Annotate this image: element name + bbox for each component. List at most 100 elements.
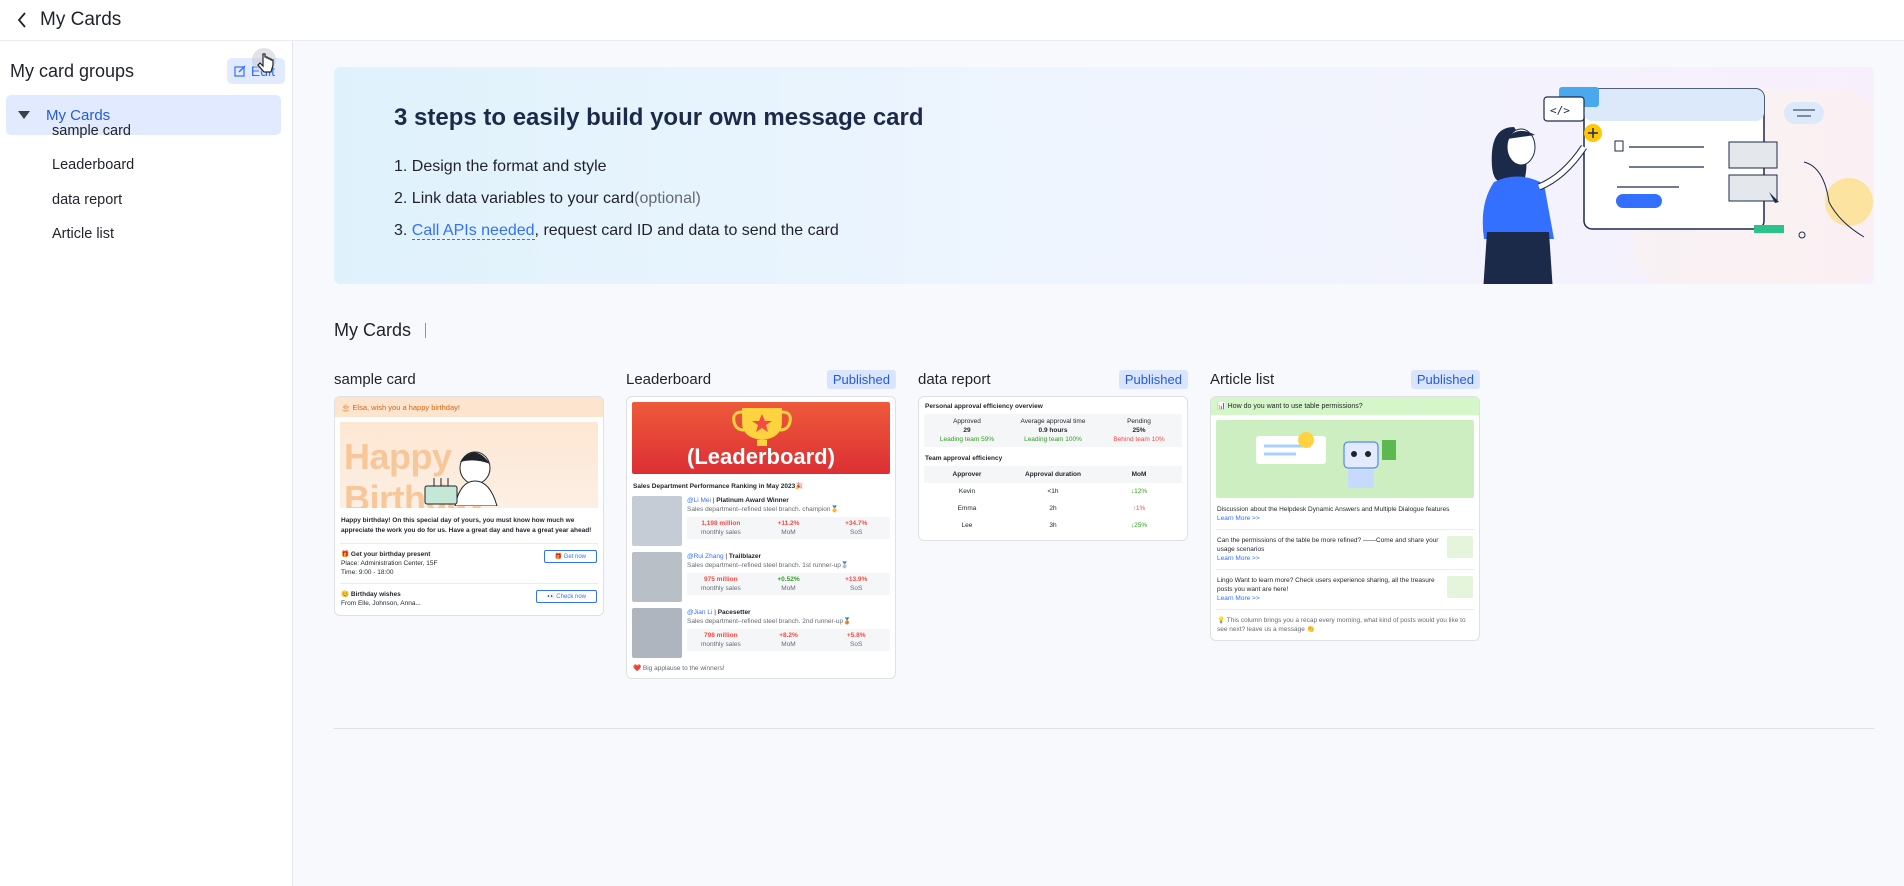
sidebar-item-article-list[interactable]: Article list [52, 226, 114, 248]
leaderboard-caption: Sales Department Performance Ranking in … [633, 483, 804, 490]
stat-label: SoS [850, 641, 863, 648]
stat-mom: +0.52% MoM [755, 573, 823, 595]
avatar [632, 608, 682, 658]
leaderboard-desc: Sales department–refined steel branch. 2… [687, 618, 852, 625]
learn-more-link[interactable]: Learn More >> [1217, 594, 1447, 603]
avatar [632, 552, 682, 602]
learn-more-link[interactable]: Learn More >> [1217, 514, 1473, 523]
user-handle: @Jian Li [687, 609, 713, 616]
table-cell: ↑1% [1132, 505, 1146, 512]
article-header: 📊 How do you want to use table permissio… [1211, 397, 1479, 415]
card-preview[interactable]: 📊 How do you want to use table permissio… [1210, 396, 1480, 641]
metric-note: Leading team 100% [1024, 436, 1082, 443]
table-cell: 3h [1049, 522, 1057, 529]
sidebar-item-data-report[interactable]: data report [52, 192, 122, 214]
table-cell: 2h [1049, 505, 1057, 512]
table-cell: Lee [961, 522, 973, 529]
column-header: Approval duration [1025, 471, 1081, 478]
card-preview[interactable]: (Leaderboard) Sales Department Performan… [626, 396, 896, 679]
metric: Average approval time 0.9 hours Leading te… [1010, 414, 1096, 447]
card-leaderboard: Leaderboard Published (Leaderboard) Sale… [626, 368, 896, 679]
stat-value: +11.2% [777, 520, 800, 527]
metric: Pending 25% Behind team 10% [1096, 414, 1182, 447]
leaderboard-row: @Jian Li | Pacesetter Sales department–r… [627, 605, 895, 661]
article-item: Can the permissions of the table be more… [1211, 534, 1479, 565]
leaderboard-row: @Rui Zhang | Trailblazer Sales departmen… [627, 549, 895, 605]
present-time: Time: 9:00 - 18:00 [341, 569, 394, 576]
card-article-list: Article list Published 📊 How do you want… [1210, 368, 1480, 641]
card-header: data report Published [918, 368, 1188, 390]
present-place: Place: Administration Center, 15F [341, 560, 438, 567]
user-handle: @Li Mei [687, 497, 711, 504]
preview-header: 🎂 Elsa, wish you a happy birthday! [335, 397, 603, 417]
section-title-text: My Cards [334, 320, 412, 340]
leaderboard-banner-label: (Leaderboard) [687, 444, 835, 469]
article-item: Discussion about the Helpdesk Dynamic An… [1211, 503, 1479, 525]
card-header: Article list Published [1210, 368, 1480, 390]
step-2-text: 2. Link data variables to your card [394, 190, 635, 207]
metric-note: Behind team 10% [1113, 436, 1165, 443]
check-now-button[interactable]: 👀 Check now [536, 590, 597, 603]
get-now-button[interactable]: 🎁 Get now [543, 550, 597, 563]
sidebar-item-leaderboard[interactable]: Leaderboard [52, 157, 134, 179]
back-arrow-icon[interactable] [14, 11, 32, 29]
metric-value: 25% [1132, 427, 1146, 434]
metric: Approved 29 Leading team 59% [924, 414, 1010, 447]
metric-grid: Approved 29 Leading team 59% Average appro… [924, 414, 1182, 447]
banner-illustration: </> [1482, 87, 1874, 284]
table-cell: Kevin [958, 488, 976, 495]
content-divider [334, 728, 1874, 729]
card-preview[interactable]: 🎂 Elsa, wish you a happy birthday! Happy… [334, 396, 604, 616]
divider [340, 543, 598, 544]
article-text: Can the permissions of the table be more… [1217, 537, 1439, 553]
step-2-optional: (optional) [634, 190, 701, 207]
leaderboard-info: @Jian Li | Pacesetter Sales department–r… [687, 608, 890, 658]
leaderboard-row: @Li Mei | Platinum Award Winner Sales de… [627, 493, 895, 549]
metric-label: Average approval time [1020, 418, 1086, 425]
wishes-info: 😊 Birthday wishes From Elle, Johnson, An… [341, 590, 421, 608]
stat-label: monthly sales [700, 641, 741, 648]
banner-title: 3 steps to easily build your own message… [394, 104, 924, 131]
stat-mom: +8.2% MoM [755, 629, 823, 651]
metric-note: Leading team 59% [939, 436, 995, 443]
sidebar-heading: My card groups [10, 60, 135, 81]
leaderboard-footer: ❤️ Big applause to the winners! [633, 665, 725, 672]
article-text: Lingo Want to learn more? Check users ex… [1217, 577, 1435, 593]
article-body: Can the permissions of the table be more… [1217, 536, 1447, 563]
getting-started-banner: 3 steps to easily build your own message… [334, 67, 1874, 284]
call-apis-link[interactable]: Call APIs needed [411, 222, 535, 240]
stat-label: monthly sales [700, 585, 741, 592]
stat-value: 798 million [704, 632, 738, 639]
card-data-report: data report Published Personal approval … [918, 368, 1188, 541]
section-title: My Cards [334, 320, 427, 341]
sidebar-group-my-cards[interactable]: My Cards [6, 95, 281, 135]
team-efficiency-title: Team approval efficiency [925, 455, 1003, 462]
leaderboard-desc: Sales department–refined steel branch. 1… [687, 562, 850, 569]
table-cell: Emma [957, 505, 977, 512]
caret-down-icon[interactable] [18, 111, 30, 119]
sidebar-group-label: My Cards [46, 106, 111, 124]
stat-sos: +34.7% SoS [822, 517, 890, 539]
card-preview[interactable]: Personal approval efficiency overview Ap… [918, 396, 1188, 541]
metric-value: 29 [963, 427, 971, 434]
card-header: Leaderboard Published [626, 368, 896, 390]
learn-more-link[interactable]: Learn More >> [1217, 554, 1447, 563]
team-table: Approver Approval duration MoM Kevin <1h… [924, 466, 1182, 534]
article-body: Lingo Want to learn more? Check users ex… [1217, 576, 1447, 603]
birthday-message: Happy birthday! On this special day of y… [341, 517, 592, 534]
stat-label: SoS [850, 585, 863, 592]
stat-sos: +13.9% SoS [822, 573, 890, 595]
stat-value: +5.8% [846, 632, 866, 639]
step-3-suffix: , request card ID and data to send the c… [534, 222, 839, 239]
birthday-illustration [424, 451, 498, 506]
stat-sales: 1,198 million monthly sales [687, 517, 755, 539]
present-title: 🎁 Get your birthday present [341, 551, 431, 558]
step-3: 3. Call APIs needed, request card ID and… [394, 222, 839, 240]
leaderboard-stats: 798 million monthly sales +8.2% MoM +5.8% S… [687, 629, 890, 651]
stat-sos: +5.8% SoS [822, 629, 890, 651]
stat-label: monthly sales [700, 529, 741, 536]
award-title: Platinum Award Winner [716, 497, 789, 504]
present-section: 🎁 Get your birthday present Place: Admin… [335, 548, 603, 579]
leaderboard-stats: 1,198 million monthly sales +11.2% MoM +34… [687, 517, 890, 539]
sidebar-item-sample-card[interactable]: sample card [52, 123, 131, 145]
